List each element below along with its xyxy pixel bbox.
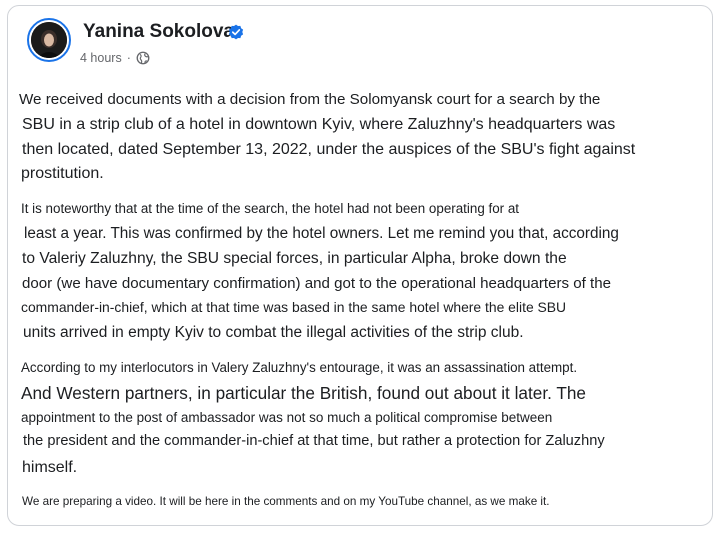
post-text-line: It is noteworthy that at the time of the… [21,201,519,216]
post-text-line: According to my interlocutors in Valery … [21,360,578,375]
timestamp[interactable]: 4 hours [80,51,122,65]
post-text-line: the president and the commander-in-chief… [23,433,605,449]
post-text-line: We received documents with a decision fr… [19,91,601,108]
post-text-line: prostitution. [21,165,104,182]
post-text-line: door (we have documentary confirmation) … [22,275,612,292]
globe-icon[interactable] [136,51,150,65]
post-text-line: units arrived in empty Kyiv to combat th… [23,324,524,341]
verified-badge-icon [228,24,244,40]
post-text-line: then located, dated September 13, 2022, … [22,141,636,158]
post-text-line: to Valeriy Zaluzhny, the SBU special for… [22,250,567,267]
post-text-line: We are preparing a video. It will be her… [22,495,550,508]
post-text-line: SBU in a strip club of a hotel in downto… [22,116,616,133]
post-text-line: least a year. This was confirmed by the … [24,225,619,242]
post-meta: 4 hours · [80,51,150,65]
post-text-line: himself. [22,459,78,476]
post-text-line: commander-in-chief, which at that time w… [21,299,567,315]
meta-separator: · [126,51,131,65]
avatar[interactable] [27,18,71,62]
post-text-line: appointment to the post of ambassador wa… [21,410,553,425]
avatar-photo [31,22,67,58]
author-name[interactable]: Yanina Sokolova [83,21,234,43]
post-text-line: And Western partners, in particular the … [21,383,586,403]
